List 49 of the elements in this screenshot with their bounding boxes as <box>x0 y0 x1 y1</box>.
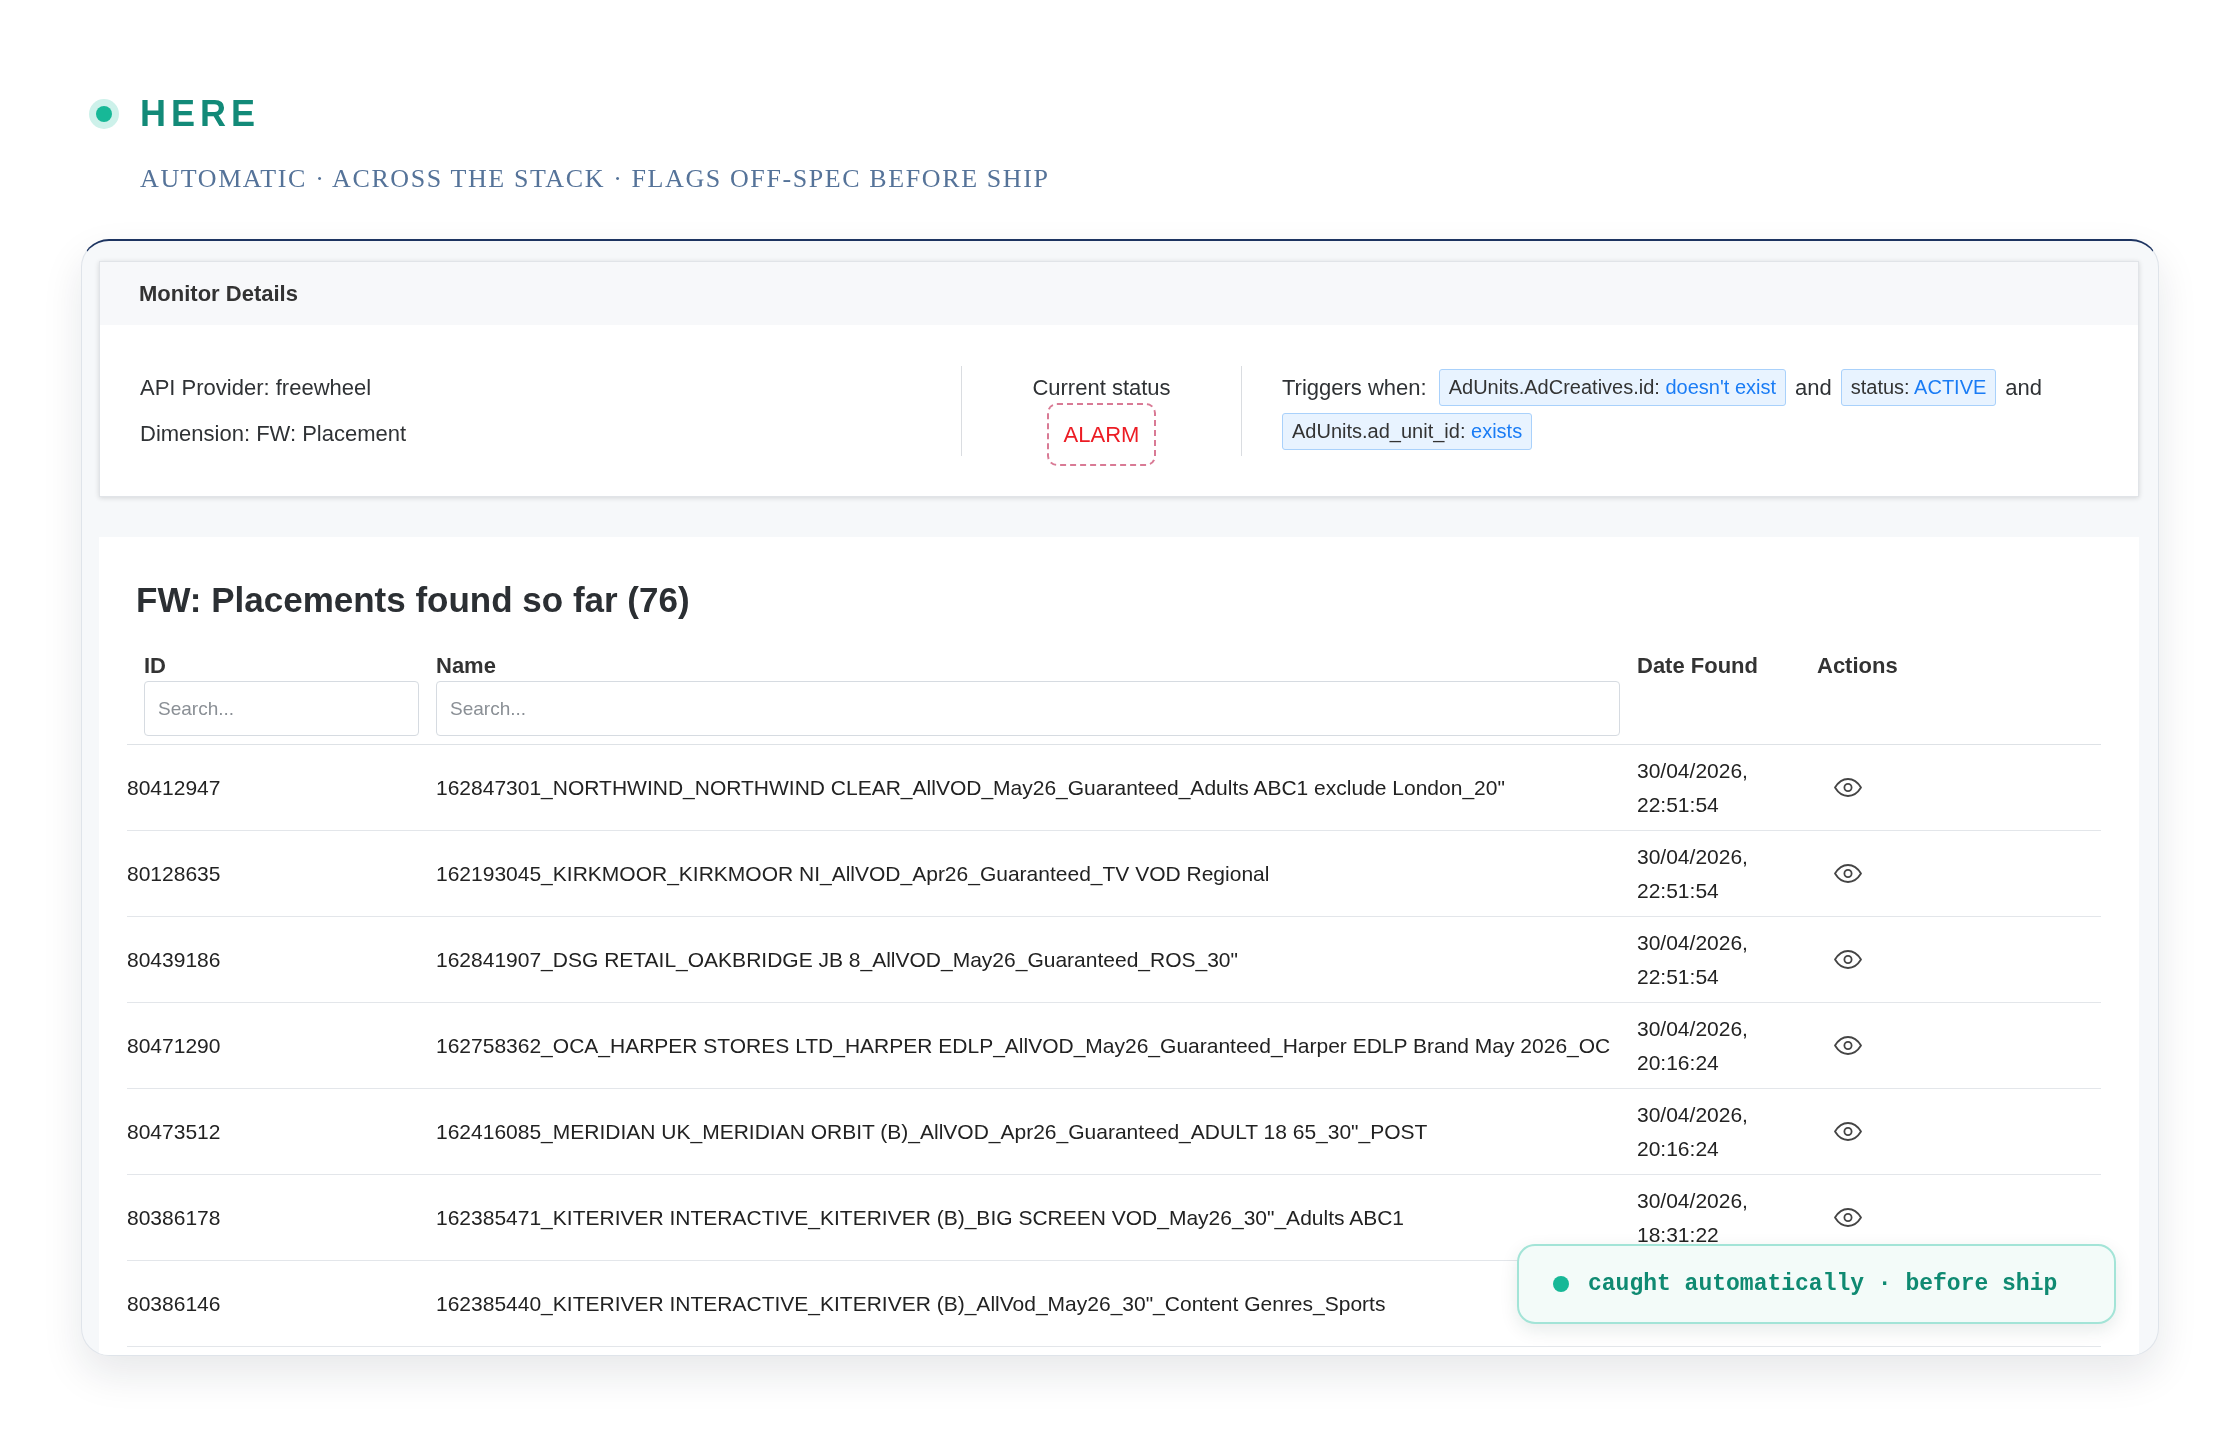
brand-name: HERE <box>140 92 261 136</box>
eye-icon[interactable] <box>1834 950 1862 969</box>
column-header: Date Found <box>1637 652 1758 680</box>
date-found: 30/04/2026, 20:16:24 <box>1637 1015 1749 1076</box>
placement-id: 80471290 <box>127 1032 221 1059</box>
condition-tag: AdUnits.AdCreatives.id: doesn't exist <box>1438 369 1786 406</box>
search-field[interactable]: Search... <box>436 681 1620 736</box>
date-found: 30/04/2026, 22:51:54 <box>1637 757 1749 818</box>
placement-name: 162416085_MERIDIAN UK_MERIDIAN ORBIT (B)_AllVOD_Apr26_Guaranteed_ADULT 18 65_30"_POST <box>436 1118 1428 1145</box>
joiner-text: and <box>2005 374 2043 401</box>
condition-tag: status: ACTIVE <box>1840 369 1997 406</box>
detail-field: API Provider: freewheel <box>140 365 372 411</box>
eye-icon[interactable] <box>1834 1122 1862 1141</box>
placement-name: 162841907_DSG RETAIL_OAKBRIDGE JB 8_AllVOD_May26_Guaranteed_ROS_30" <box>436 946 1238 973</box>
toast-message: caught automatically · before ship <box>1588 1271 2058 1297</box>
eye-icon[interactable] <box>1834 1208 1862 1227</box>
condition-tag: AdUnits.ad_unit_id: exists <box>1282 413 1533 450</box>
date-found: 30/04/2026, 20:16:24 <box>1637 1101 1749 1162</box>
search-field[interactable]: Search... <box>144 681 419 736</box>
column-header: Actions <box>1817 652 1898 680</box>
column-header: ID <box>144 652 166 680</box>
triggers-label: Triggers when: <box>1282 374 1427 401</box>
date-found: 30/04/2026, 18:31:22 <box>1637 1187 1749 1248</box>
placement-id: 80386178 <box>127 1204 221 1231</box>
status-dot-icon <box>1553 1276 1569 1292</box>
logo-dot-icon <box>89 99 119 129</box>
joiner-text: and <box>1795 374 1832 401</box>
placement-id: 80386146 <box>127 1290 221 1317</box>
date-found: 30/04/2026, 22:51:54 <box>1637 843 1749 904</box>
placement-name: 162385440_KITERIVER INTERACTIVE_KITERIVER (B)_AllVod_May26_30"_Content Genres_Sports <box>436 1290 1386 1317</box>
placement-id: 80473512 <box>127 1118 221 1145</box>
placement-name: 162385471_KITERIVER INTERACTIVE_KITERIVER (B)_BIG SCREEN VOD_May26_30"_Adults ABC1 <box>436 1204 1405 1231</box>
status-indicator: ALARM <box>1046 403 1157 466</box>
tagline: AUTOMATIC · ACROSS THE STACK · FLAGS OFF-SPEC BEFORE SHIP <box>140 163 1050 195</box>
detail-field: Dimension: FW: Placement <box>140 411 407 457</box>
eye-icon[interactable] <box>1834 1036 1862 1055</box>
panel-title: Monitor Details <box>139 280 298 307</box>
placement-name: 162193045_KIRKMOOR_KIRKMOOR NI_AllVOD_Apr26_Guaranteed_TV VOD Regional <box>436 860 1270 887</box>
eye-icon[interactable] <box>1834 778 1862 797</box>
placement-id: 80128635 <box>127 860 221 887</box>
section-title: FW: Placements found so far (76) <box>136 579 690 621</box>
eye-icon[interactable] <box>1834 864 1862 883</box>
placement-id: 80412947 <box>127 774 221 801</box>
placement-id: 80439186 <box>127 946 221 973</box>
date-found: 30/04/2026, 22:51:54 <box>1637 929 1749 990</box>
placement-name: 162758362_OCA_HARPER STORES LTD_HARPER EDLP_AllVOD_May26_Guaranteed_Harper EDLP Brand May 2026_OC <box>436 1032 1611 1059</box>
status-label: Current status <box>1032 374 1171 402</box>
column-header: Name <box>436 652 496 680</box>
placement-name: 162847301_NORTHWIND_NORTHWIND CLEAR_AllVOD_May26_Guaranteed_Adults ABC1 exclude London_20" <box>436 774 1505 801</box>
